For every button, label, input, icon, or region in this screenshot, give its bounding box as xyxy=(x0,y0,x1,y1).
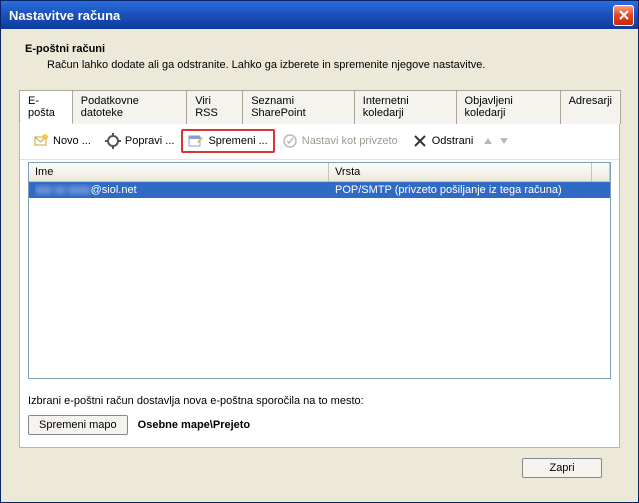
tab-internet-calendars[interactable]: Internetni koledarji xyxy=(354,90,457,124)
repair-label: Popravi ... xyxy=(125,135,175,147)
list-header: Ime Vrsta xyxy=(29,163,610,182)
delivery-path: Osebne mape\Prejeto xyxy=(138,419,251,431)
page-heading: E-poštni računi xyxy=(19,43,620,55)
move-up-button xyxy=(480,133,496,149)
tab-data-files[interactable]: Podatkovne datoteke xyxy=(72,90,187,124)
repair-button[interactable]: Popravi ... xyxy=(98,129,182,153)
change-label: Spremeni ... xyxy=(208,135,267,147)
new-icon xyxy=(33,133,49,149)
change-folder-button[interactable]: Spremeni mapo xyxy=(28,415,128,435)
dialog-body: E-poštni računi Račun lahko dodate ali g… xyxy=(1,29,638,502)
close-button[interactable]: Zapri xyxy=(522,458,602,478)
toolbar: Novo ... Popravi ... Spremeni ... xyxy=(20,123,619,160)
remove-button[interactable]: Odstrani xyxy=(405,129,481,153)
tab-panel: Novo ... Popravi ... Spremeni ... xyxy=(19,123,620,448)
change-icon xyxy=(188,133,204,149)
tab-rss[interactable]: Viri RSS xyxy=(186,90,243,124)
tab-published-calendars[interactable]: Objavljeni koledarji xyxy=(456,90,561,124)
titlebar: Nastavitve računa xyxy=(1,1,638,29)
check-icon xyxy=(282,133,298,149)
remove-label: Odstrani xyxy=(432,135,474,147)
tab-strip: E-pošta Podatkovne datoteke Viri RSS Sez… xyxy=(19,89,620,123)
new-label: Novo ... xyxy=(53,135,91,147)
account-name-cell: xxx xx xxxx@siol.net xyxy=(35,184,335,196)
move-down-button xyxy=(496,133,512,149)
col-header-name[interactable]: Ime xyxy=(29,163,329,181)
account-row[interactable]: xxx xx xxxx@siol.net POP/SMTP (privzeto … xyxy=(29,182,610,198)
tab-address-books[interactable]: Adresarji xyxy=(560,90,621,124)
page-subheading: Račun lahko dodate ali ga odstranite. La… xyxy=(19,59,620,71)
account-settings-window: Nastavitve računa E-poštni računi Račun … xyxy=(0,0,639,503)
window-title: Nastavitve računa xyxy=(9,8,613,23)
remove-icon xyxy=(412,133,428,149)
set-default-button: Nastavi kot privzeto xyxy=(275,129,405,153)
delivery-area: Izbrani e-poštni račun dostavlja nova e-… xyxy=(20,387,619,447)
footer: Zapri xyxy=(19,448,620,492)
close-icon[interactable] xyxy=(613,5,634,26)
set-default-label: Nastavi kot privzeto xyxy=(302,135,398,147)
new-button[interactable]: Novo ... xyxy=(26,129,98,153)
account-type-cell: POP/SMTP (privzeto pošiljanje iz tega ra… xyxy=(335,184,604,196)
change-button[interactable]: Spremeni ... xyxy=(181,129,274,153)
delivery-label: Izbrani e-poštni račun dostavlja nova e-… xyxy=(28,395,611,407)
list-body: xxx xx xxxx@siol.net POP/SMTP (privzeto … xyxy=(29,182,610,378)
tab-email[interactable]: E-pošta xyxy=(19,90,73,124)
account-list: Ime Vrsta xxx xx xxxx@siol.net POP/SMTP … xyxy=(28,162,611,379)
col-header-type[interactable]: Vrsta xyxy=(329,163,592,181)
tab-sharepoint[interactable]: Seznami SharePoint xyxy=(242,90,355,124)
account-name-suffix: @siol.net xyxy=(91,184,137,196)
account-name-obscured: xxx xx xxxx xyxy=(35,184,91,196)
repair-icon xyxy=(105,133,121,149)
col-header-end xyxy=(592,163,610,181)
